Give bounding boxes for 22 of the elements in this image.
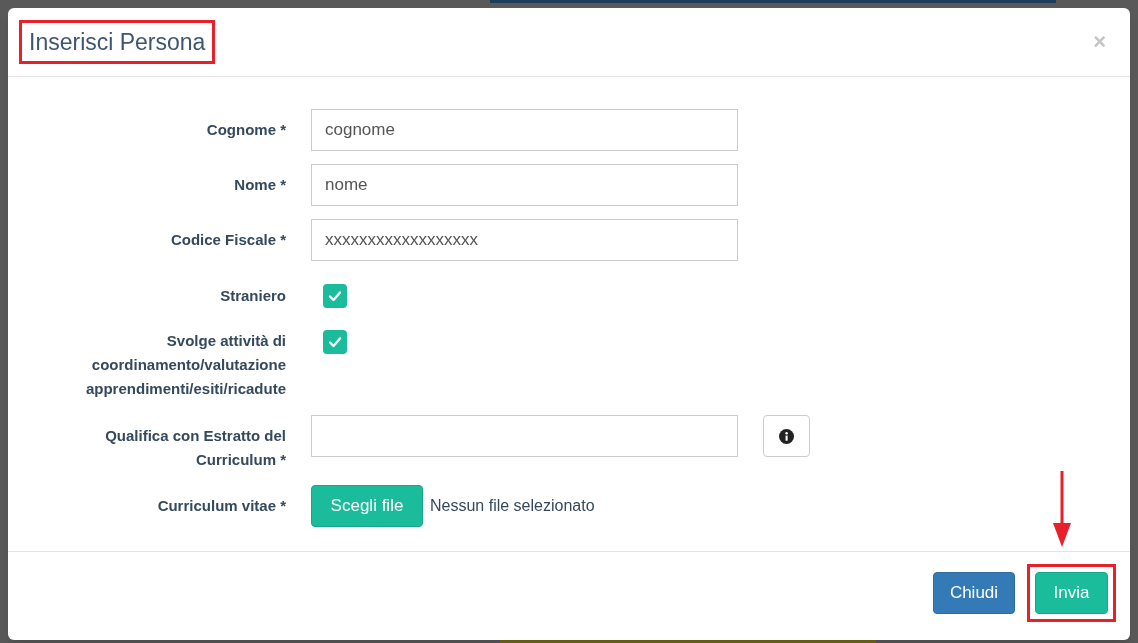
field-label: Qualifica con Estratto del Curriculum * — [104, 426, 286, 470]
field-label: Svolge attività di coordinamento/valutazione apprendimenti/esiti/ricadute — [84, 331, 286, 399]
info-button[interactable] — [763, 415, 810, 457]
checkbox[interactable] — [323, 284, 347, 308]
field-label: Nome * — [233, 175, 286, 195]
text-field[interactable]: nome — [311, 164, 738, 206]
check-icon — [328, 290, 342, 302]
choose-file-button[interactable]: Scegli file — [311, 485, 423, 527]
text-field[interactable]: xxxxxxxxxxxxxxxxxx — [311, 219, 738, 261]
field-label: Codice Fiscale * — [169, 230, 286, 250]
text-field[interactable] — [311, 415, 738, 457]
dialog-title: Inserisci Persona — [19, 19, 216, 65]
field-label: Straniero — [219, 286, 286, 306]
check-icon — [328, 336, 342, 348]
field-label: Curriculum vitae * — [156, 496, 286, 516]
close-dialog-button[interactable]: Chiudi — [933, 572, 1015, 614]
file-status: Nessun file selezionato — [430, 496, 595, 516]
info-icon — [779, 428, 794, 444]
checkbox[interactable] — [323, 330, 347, 354]
text-field[interactable]: cognome — [311, 109, 738, 151]
submit-button[interactable]: Invia — [1035, 572, 1108, 614]
field-label: Cognome * — [205, 120, 286, 140]
